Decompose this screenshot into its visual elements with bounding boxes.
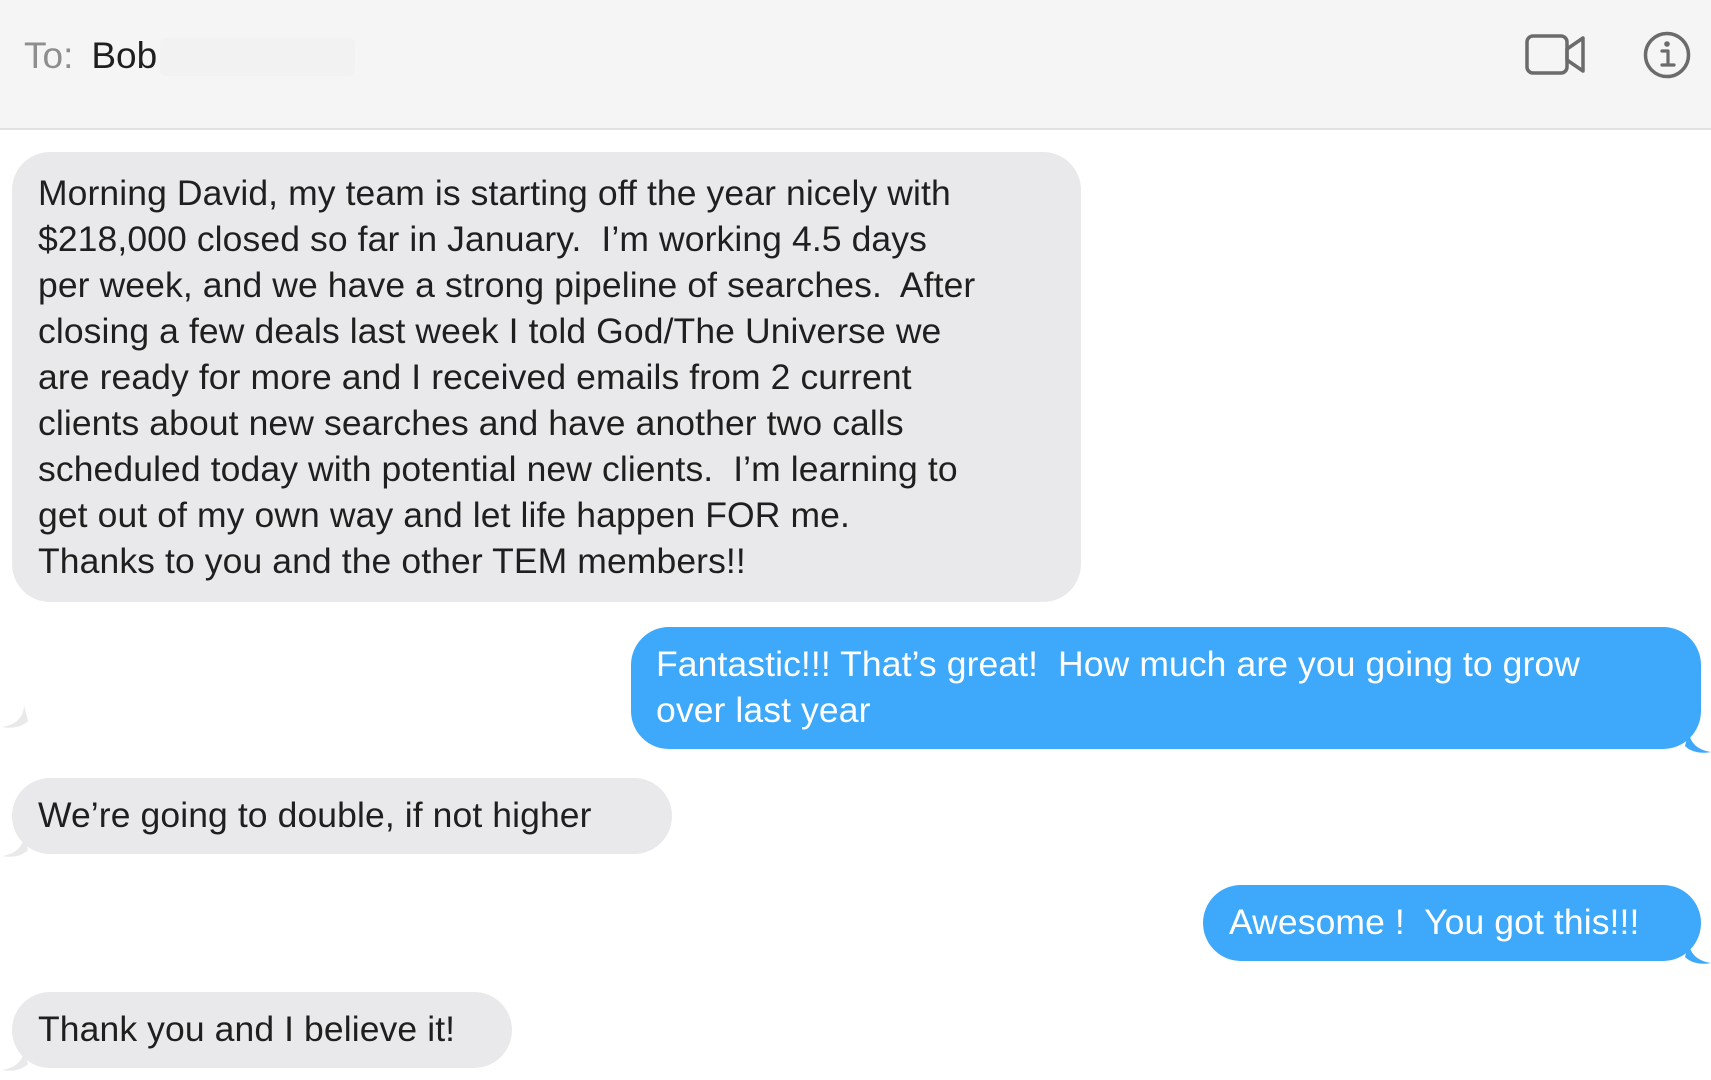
received-message-bubble[interactable]: Morning David, my team is starting off t…	[12, 152, 1081, 602]
conversation-header: To: Bob	[0, 0, 1711, 130]
message-text: Morning David, my team is starting off t…	[38, 173, 976, 581]
message-text: Thank you and I believe it!	[38, 1009, 456, 1049]
received-bubble-tail	[2, 705, 28, 728]
received-message-bubble[interactable]: Thank you and I believe it!	[12, 992, 512, 1068]
video-call-icon[interactable]	[1525, 33, 1587, 77]
received-message-bubble[interactable]: We’re going to double, if not higher	[12, 778, 672, 854]
message-text: We’re going to double, if not higher	[38, 795, 592, 835]
message-text: Awesome ! You got this!!!	[1229, 902, 1640, 942]
sent-message-bubble[interactable]: Fantastic!!! That’s great! How much are …	[631, 627, 1701, 749]
to-label: To:	[24, 35, 74, 76]
sent-message-bubble[interactable]: Awesome ! You got this!!!	[1203, 885, 1701, 961]
message-transcript: Morning David, my team is starting off t…	[0, 130, 1711, 1080]
to-row: To: Bob	[24, 30, 157, 82]
sent-bubble-tail	[1685, 941, 1711, 964]
received-bubble-tail	[2, 1048, 28, 1071]
recipient-field[interactable]	[160, 38, 355, 76]
sent-bubble-tail	[1685, 730, 1711, 753]
messages-window: To: Bob Morning David, my team is starti…	[0, 0, 1711, 1080]
info-icon[interactable]	[1642, 30, 1692, 80]
message-text: Fantastic!!! That’s great! How much are …	[656, 644, 1580, 730]
recipient-name[interactable]: Bob	[91, 35, 157, 77]
received-bubble-tail	[2, 834, 28, 857]
